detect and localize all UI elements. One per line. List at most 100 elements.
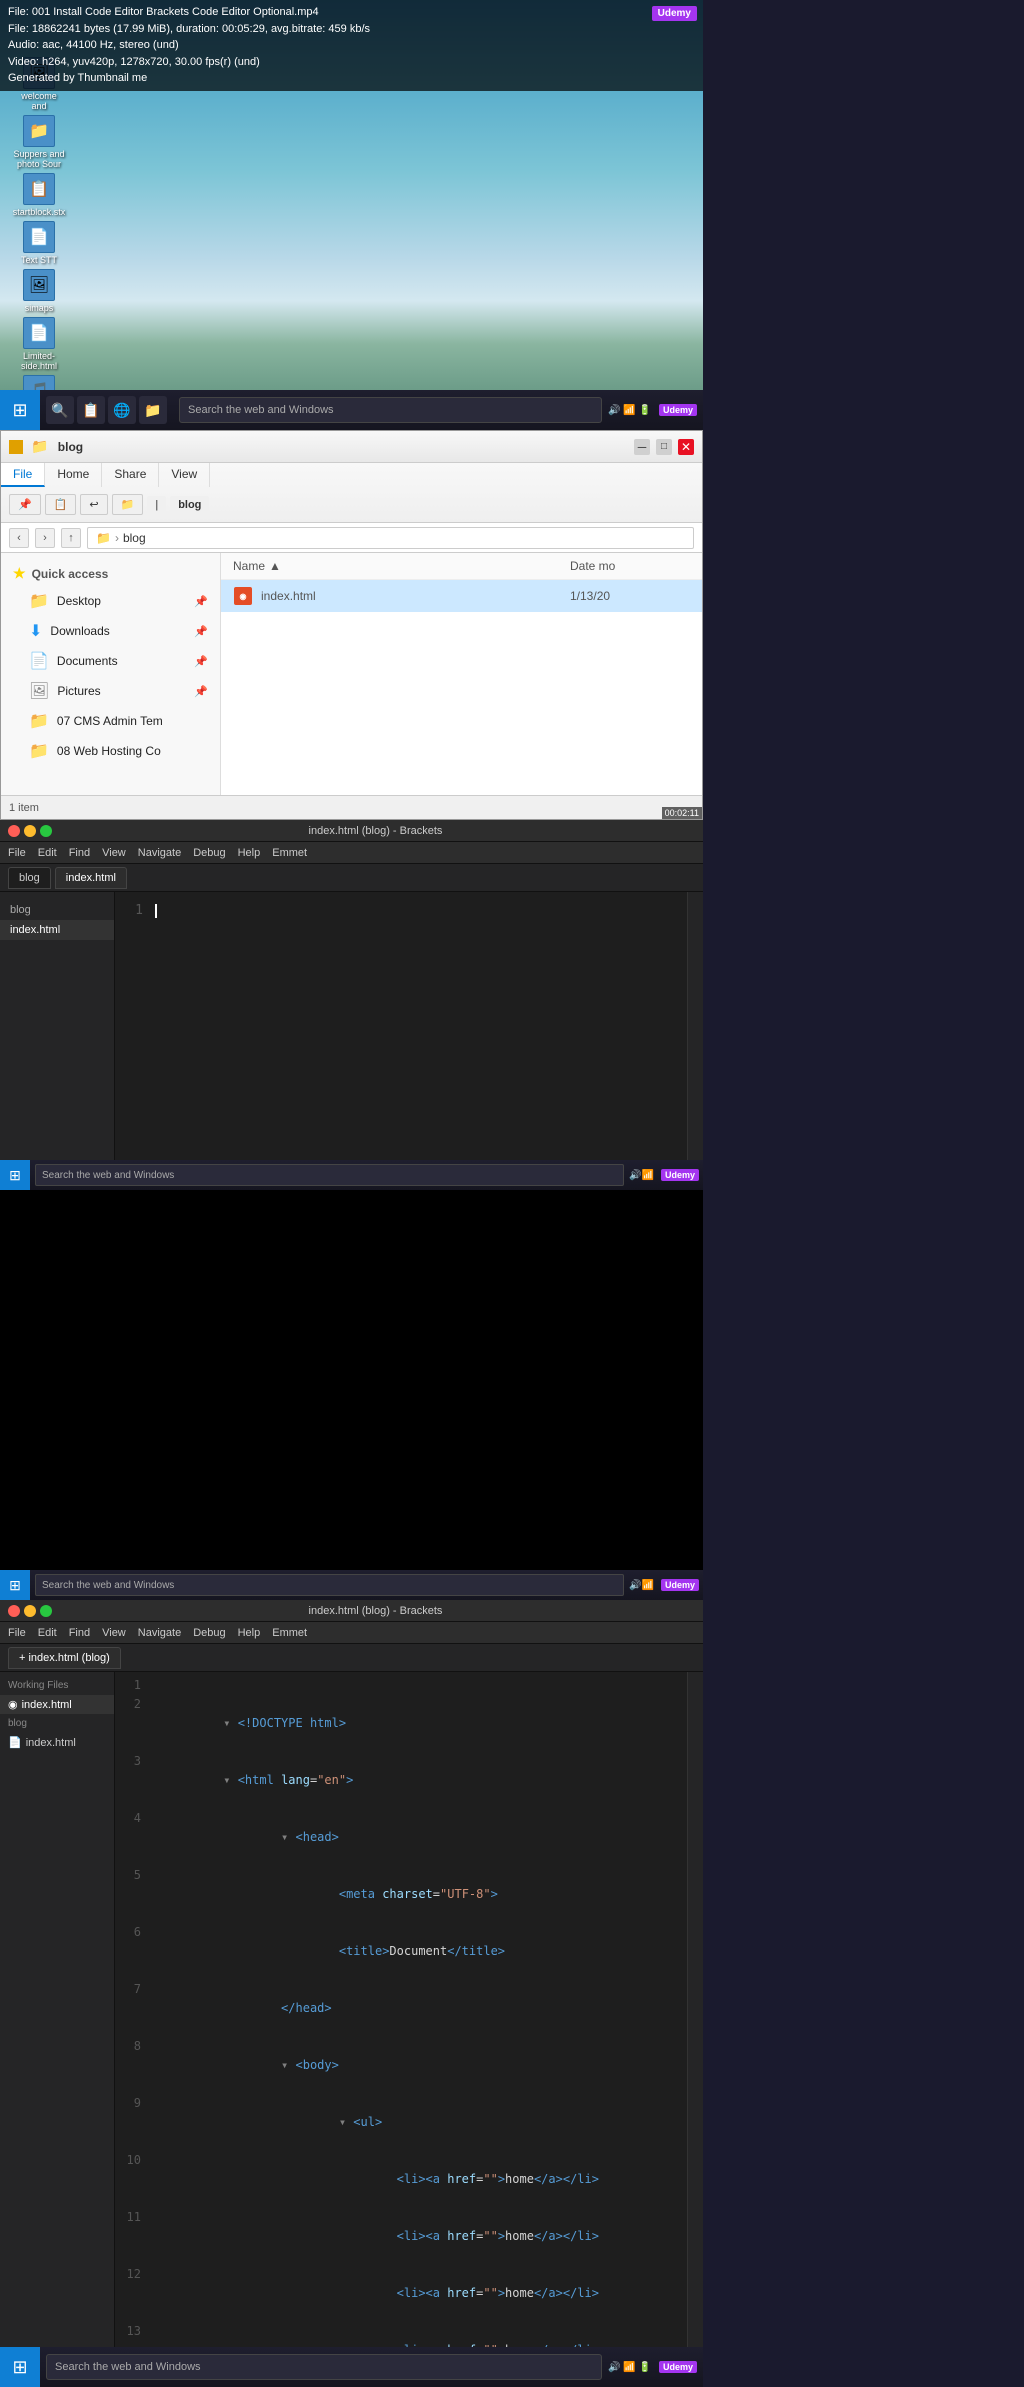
fe-address-bar: ‹ › ↑ 📁 › blog xyxy=(1,523,702,553)
desktop-icon-6[interactable]: 📄 Limited-side.html xyxy=(4,317,74,371)
fe-sidebar-webhosting[interactable]: 📁 08 Web Hosting Co xyxy=(1,736,220,766)
bc-menu-view[interactable]: View xyxy=(102,1627,126,1639)
bc-editor[interactable]: 1 2 ▾ <!DOCTYPE html> 3 ▾ <html lang="en… xyxy=(115,1672,687,2367)
udemy-btn-taskbar: Udemy xyxy=(659,404,697,416)
be-sidebar-indexhtml[interactable]: index.html xyxy=(0,920,114,940)
be-sidebar-blog[interactable]: blog xyxy=(0,900,114,920)
start-button[interactable]: ⊞ xyxy=(0,390,40,430)
brackets-editor-code: index.html (blog) - Brackets File Edit F… xyxy=(0,1600,703,2387)
start-btn-2[interactable]: ⊞ xyxy=(0,1160,30,1190)
be-menu-file[interactable]: File xyxy=(8,847,26,859)
fe-tab-home[interactable]: Home xyxy=(45,463,102,487)
fe-status: 1 item xyxy=(1,795,702,819)
be-tab-blog[interactable]: blog xyxy=(8,867,51,889)
bc-tab-indexhtml[interactable]: + index.html (blog) xyxy=(8,1647,121,1669)
be-menu-emmet[interactable]: Emmet xyxy=(272,847,307,859)
fe-col-name[interactable]: Name ▲ xyxy=(233,559,570,573)
fe-sidebar-downloads[interactable]: ⬇ Downloads 📌 xyxy=(1,616,220,646)
bc-tree-indexhtml[interactable]: ◉index.html xyxy=(0,1695,114,1714)
bc-linenum-4: 4 xyxy=(115,1809,151,1866)
be-menu-view[interactable]: View xyxy=(102,847,126,859)
fe-sidebar-pictures[interactable]: 🖼 Pictures 📌 xyxy=(1,676,220,706)
start-btn-3[interactable]: ⊞ xyxy=(0,1570,30,1600)
fe-up-btn[interactable]: ↑ xyxy=(61,528,81,548)
fe-folder-icon-btn[interactable]: 📁 xyxy=(112,494,144,515)
bc-tree-blog-item[interactable]: 📄index.html xyxy=(0,1733,114,1752)
be-menu-find[interactable]: Find xyxy=(69,847,90,859)
taskbar-btn-2[interactable]: 📋 xyxy=(77,396,105,424)
icon-label-3: startblock.stx xyxy=(13,207,66,217)
taskbar3-search[interactable]: Search the web and Windows xyxy=(35,1574,624,1596)
be-title-text: index.html (blog) - Brackets xyxy=(56,825,695,837)
fe-back-btn[interactable]: ‹ xyxy=(9,528,29,548)
taskbar-btn-4[interactable]: 📁 xyxy=(139,396,167,424)
taskbar-final-search[interactable]: Search the web and Windows xyxy=(46,2354,602,2380)
taskbar3-search-text: Search the web and Windows xyxy=(42,1580,174,1591)
bc-menu-debug[interactable]: Debug xyxy=(193,1627,225,1639)
taskbar3: ⊞ Search the web and Windows 🔊📶 Udemy xyxy=(0,1570,703,1600)
be-tab-indexhtml[interactable]: index.html xyxy=(55,867,127,889)
desktop-icon-4[interactable]: 📄 Text STT xyxy=(4,221,74,265)
file-explorer: 📁 blog ─ □ ✕ File Home Share View 📌 📋 ↩ … xyxy=(0,430,703,820)
desktop-icon-2[interactable]: 📁 Suppers andphoto Sour xyxy=(4,115,74,169)
fe-file-name: index.html xyxy=(261,589,570,603)
fe-sidebar-desktop-label: Desktop xyxy=(57,594,101,608)
taskbar-btn-1[interactable]: 🔍 xyxy=(46,396,74,424)
pin-icon-pictures: 📌 xyxy=(194,685,208,698)
taskbar-final-search-text: Search the web and Windows xyxy=(55,2361,201,2373)
be-max-btn[interactable] xyxy=(40,825,52,837)
fe-undo-btn[interactable]: ↩ xyxy=(80,494,107,515)
be-min-btn[interactable] xyxy=(24,825,36,837)
be-editor[interactable]: 1 xyxy=(115,892,687,1168)
start-btn-final[interactable]: ⊞ xyxy=(0,2347,40,2387)
fe-tab-share[interactable]: Share xyxy=(102,463,159,487)
bc-max-btn[interactable] xyxy=(40,1605,52,1617)
fe-sidebar-documents[interactable]: 📄 Documents 📌 xyxy=(1,646,220,676)
bc-menu-edit[interactable]: Edit xyxy=(38,1627,57,1639)
bc-menu-help[interactable]: Help xyxy=(238,1627,261,1639)
taskbar-icons: 🔍 📋 🌐 📁 xyxy=(40,396,173,424)
taskbar-btn-3[interactable]: 🌐 xyxy=(108,396,136,424)
bc-min-btn[interactable] xyxy=(24,1605,36,1617)
video-line5: Generated by Thumbnail me xyxy=(8,70,695,87)
be-line-1: 1 xyxy=(115,900,687,922)
be-menu-help[interactable]: Help xyxy=(238,847,261,859)
bc-menu-find[interactable]: Find xyxy=(69,1627,90,1639)
desktop-icon-5[interactable]: 🖼 simaps xyxy=(4,269,74,313)
fe-copy-btn[interactable]: 📋 xyxy=(45,494,77,515)
taskbar3-right: 🔊📶 Udemy xyxy=(629,1579,703,1591)
fe-breadcrumb[interactable]: 📁 › blog xyxy=(87,527,694,549)
star-icon: ★ xyxy=(13,565,26,582)
bc-close-btn[interactable] xyxy=(8,1605,20,1617)
fe-sidebar-desktop[interactable]: 📁 Desktop 📌 xyxy=(1,586,220,616)
fe-sidebar-quick-access[interactable]: ★ Quick access xyxy=(1,561,220,586)
fe-forward-btn[interactable]: › xyxy=(35,528,55,548)
fe-title-toolbar-name: blog xyxy=(170,496,209,514)
fe-tab-view[interactable]: View xyxy=(159,463,210,487)
bc-linecontent-4: ▾ <head> xyxy=(151,1809,687,1866)
bc-menu-navigate[interactable]: Navigate xyxy=(138,1627,181,1639)
icon-label-5: simaps xyxy=(25,303,54,313)
desktop-icon-3[interactable]: 📋 startblock.stx xyxy=(4,173,74,217)
fe-tab-file[interactable]: File xyxy=(1,463,45,487)
fe-sidebar-cms[interactable]: 📁 07 CMS Admin Tem xyxy=(1,706,220,736)
fe-maximize-btn[interactable]: □ xyxy=(656,439,672,455)
fe-file-row-index[interactable]: ◉ index.html 1/13/20 xyxy=(221,580,702,612)
be-tabs: blog index.html xyxy=(0,864,703,892)
fe-sidebar-pictures-label: Pictures xyxy=(57,684,100,698)
be-menu-edit[interactable]: Edit xyxy=(38,847,57,859)
be-menu-navigate[interactable]: Navigate xyxy=(138,847,181,859)
bc-menu-file[interactable]: File xyxy=(8,1627,26,1639)
be-close-btn[interactable] xyxy=(8,825,20,837)
fe-sidebar: ★ Quick access 📁 Desktop 📌 ⬇ Downloads 📌… xyxy=(1,553,221,795)
fe-minimize-btn[interactable]: ─ xyxy=(634,439,650,455)
fe-close-btn[interactable]: ✕ xyxy=(678,439,694,455)
fe-col-date[interactable]: Date mo xyxy=(570,559,690,573)
taskbar2-search[interactable]: Search the web and Windows xyxy=(35,1164,624,1186)
be-menu-debug[interactable]: Debug xyxy=(193,847,225,859)
fe-pin-btn[interactable]: 📌 xyxy=(9,494,41,515)
bc-linenum-11: 11 xyxy=(115,2208,151,2265)
taskbar-search[interactable]: Search the web and Windows xyxy=(179,397,602,423)
fe-breadcrumb-folder-icon: 📁 xyxy=(96,531,111,545)
bc-menu-emmet[interactable]: Emmet xyxy=(272,1627,307,1639)
